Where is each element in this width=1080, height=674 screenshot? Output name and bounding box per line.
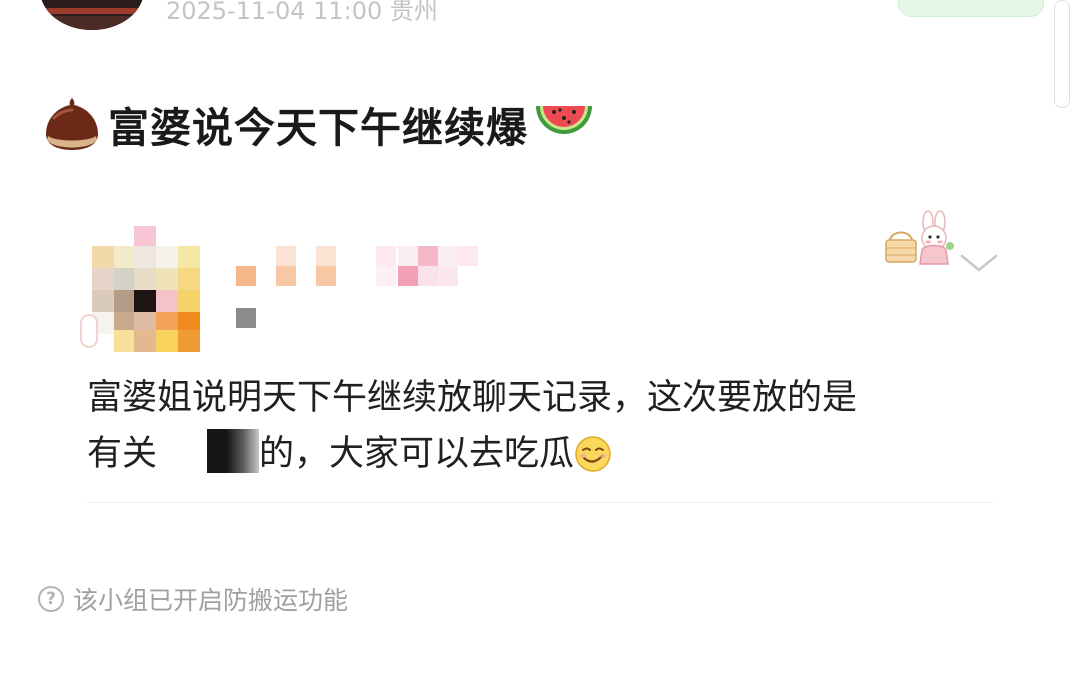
anti-repost-text: 该小组已开启防搬运功能 bbox=[73, 586, 349, 615]
scrollbar[interactable] bbox=[1054, 0, 1070, 108]
watermelon-icon bbox=[536, 106, 592, 134]
comment-line-2-after: 的，大家可以去吃瓜 bbox=[259, 434, 575, 474]
chevron-down-icon[interactable] bbox=[958, 248, 1000, 278]
anti-repost-notice[interactable]: ? 该小组已开启防搬运功能 bbox=[38, 582, 348, 616]
post-title-text: 富婆说今天下午继续爆 bbox=[108, 104, 528, 152]
avatar-decoration bbox=[40, 8, 144, 14]
user-badge-sticker bbox=[885, 210, 954, 265]
question-circle-icon: ? bbox=[38, 586, 64, 612]
divider bbox=[86, 502, 994, 503]
comment-line-2-before: 有关 bbox=[87, 434, 158, 474]
comment-text: 富婆姐说明天下午继续放聊天记录，这次要放的是 有关 的，大家可以去吃瓜 bbox=[87, 370, 987, 482]
comment-line-1: 富婆姐说明天下午继续放聊天记录，这次要放的是 bbox=[87, 378, 858, 418]
post-title: 富婆说今天下午继续爆 bbox=[40, 92, 596, 156]
commenter-avatar[interactable] bbox=[80, 226, 200, 352]
smirk-face-icon bbox=[575, 436, 611, 472]
author-avatar[interactable] bbox=[40, 0, 144, 30]
redacted-block bbox=[207, 429, 260, 473]
avatar-decoration bbox=[40, 16, 144, 30]
chestnut-icon bbox=[46, 98, 98, 150]
post-meta: 2025-11-04 11:00 贵州 bbox=[166, 0, 438, 25]
follow-button[interactable] bbox=[898, 0, 1044, 17]
comment-line-2: 有关 的，大家可以去吃瓜 bbox=[87, 426, 987, 482]
